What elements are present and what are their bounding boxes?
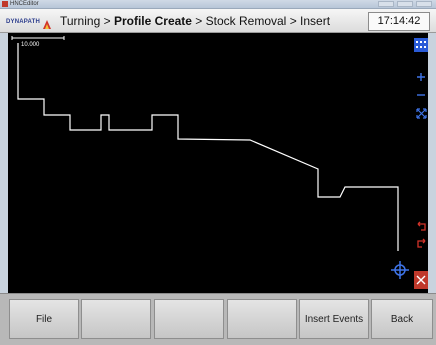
redo-icon[interactable]	[414, 236, 428, 250]
app-icon	[2, 1, 8, 7]
breadcrumb: Turning > Profile Create > Stock Removal…	[60, 12, 330, 30]
header-bar: DYNAPATH Turning > Profile Create > Stoc…	[0, 9, 436, 33]
breadcrumb-separator: >	[191, 14, 206, 28]
undo-icon[interactable]	[414, 219, 428, 233]
breadcrumb-separator: >	[100, 14, 114, 28]
close-icon[interactable]	[414, 271, 428, 289]
breadcrumb-profile-create[interactable]: Profile Create	[114, 14, 192, 28]
file-button[interactable]: File	[9, 299, 79, 339]
softkey-bar: File Insert Events Back	[0, 293, 436, 345]
zoom-in-icon[interactable]	[414, 70, 428, 84]
softkey-2[interactable]	[81, 299, 151, 339]
insert-events-button[interactable]: Insert Events	[299, 299, 369, 339]
breadcrumb-stock-removal[interactable]: Stock Removal	[206, 14, 287, 28]
window-close-button[interactable]	[416, 1, 432, 7]
back-button[interactable]: Back	[371, 299, 433, 339]
flame-logo-icon	[42, 17, 52, 29]
grid-icon[interactable]	[414, 38, 428, 52]
crosshair-icon[interactable]	[391, 261, 409, 279]
brand-logo: DYNAPATH	[6, 15, 56, 29]
profile-canvas[interactable]: 10.000	[8, 33, 428, 293]
window-title: HNCEditor	[10, 1, 39, 7]
softkey-3[interactable]	[154, 299, 224, 339]
breadcrumb-separator: >	[286, 14, 301, 28]
profile-drawing	[11, 36, 399, 251]
zoom-out-icon[interactable]	[414, 88, 428, 102]
window-controls	[378, 1, 432, 7]
breadcrumb-turning[interactable]: Turning	[60, 14, 100, 28]
clock-display: 17:14:42	[368, 12, 430, 31]
profile-path	[17, 43, 399, 251]
brand-text: DYNAPATH	[6, 18, 41, 25]
breadcrumb-insert[interactable]: Insert	[300, 14, 330, 28]
maximize-button[interactable]	[397, 1, 413, 7]
minimize-button[interactable]	[378, 1, 394, 7]
fit-icon[interactable]	[414, 106, 428, 120]
scale-label: 10.000	[21, 42, 40, 48]
window-titlebar: HNCEditor	[0, 0, 436, 9]
softkey-4[interactable]	[227, 299, 297, 339]
